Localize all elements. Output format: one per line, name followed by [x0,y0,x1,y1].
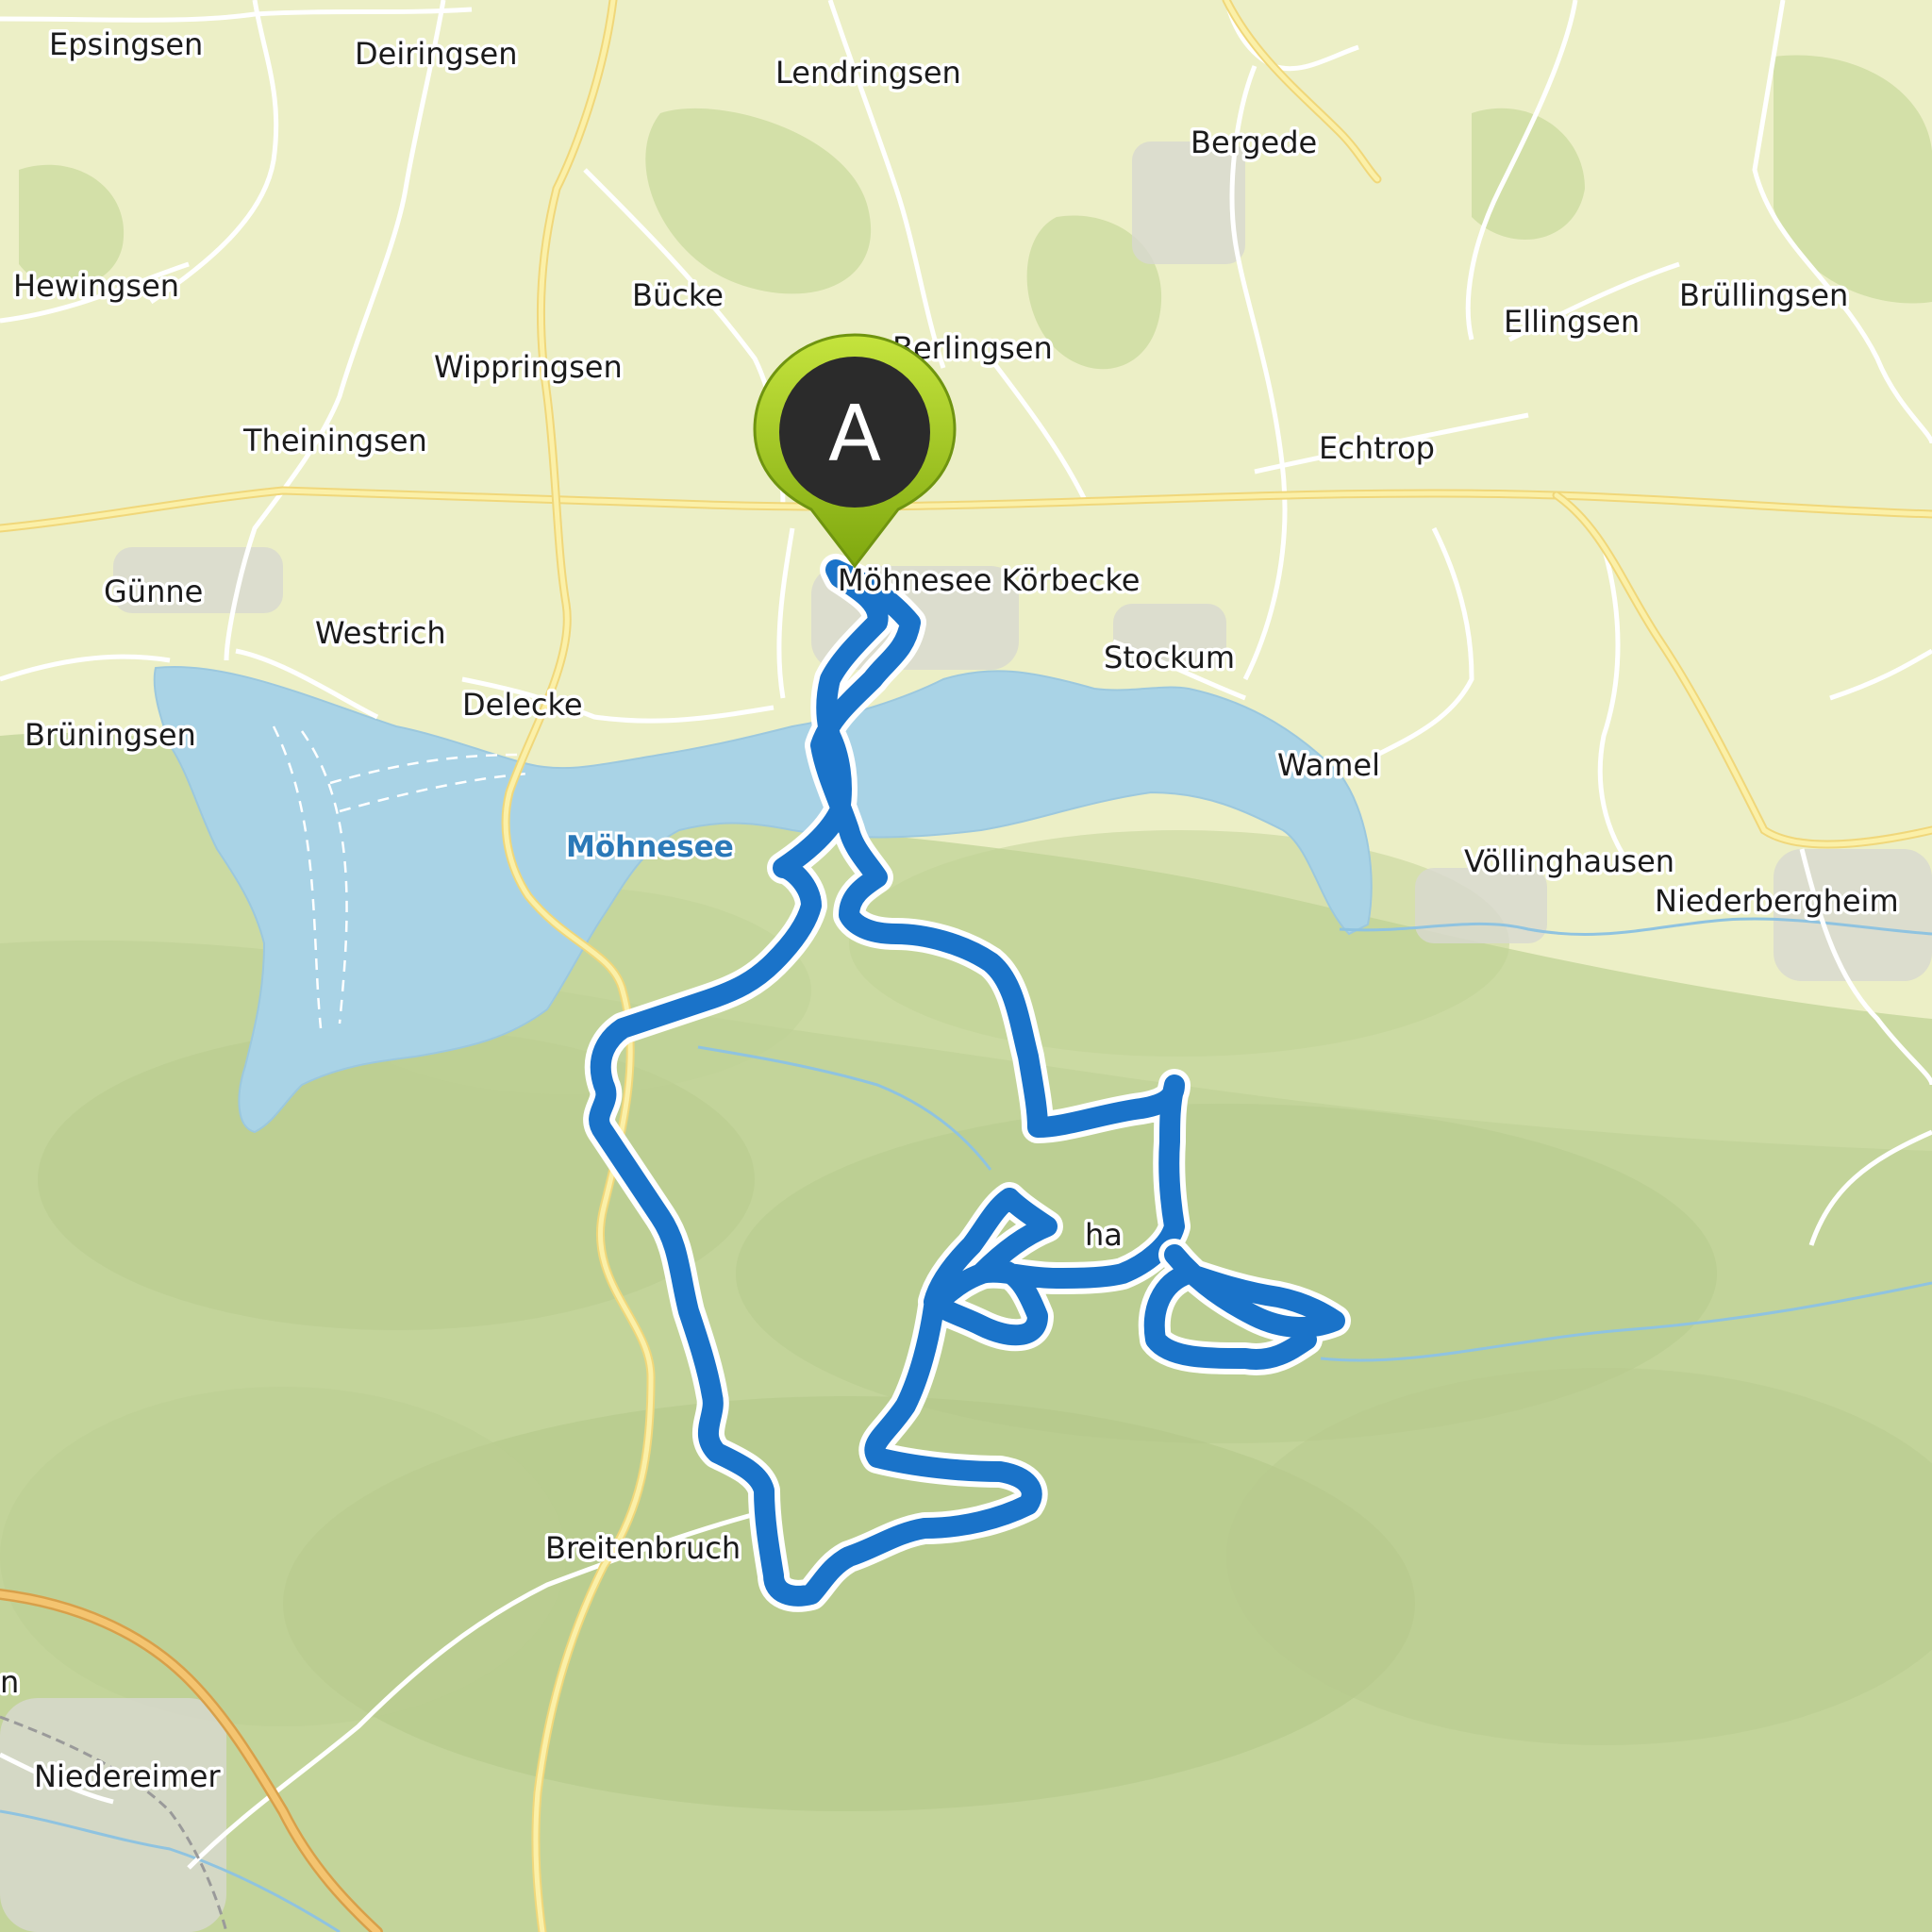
place-label: Delecke [462,687,583,723]
place-label: Brüllingsen [1679,277,1848,313]
place-label: Günne [104,574,203,609]
place-label: Epsingsen [49,26,203,62]
lake-label: Möhnesee [566,830,734,864]
place-label: Lendringsen [775,55,961,91]
place-label: Völlinghausen [1464,843,1674,879]
place-label: Hewingsen [13,268,179,304]
place-label: n [0,1664,19,1700]
place-label: Westrich [315,615,446,651]
place-label: Ellingsen [1504,304,1640,340]
place-label: Niedereimer [34,1758,221,1794]
place-label: Deiringsen [355,36,518,72]
map[interactable]: Epsingsen Deiringsen Lendringsen Bergede… [0,0,1932,1932]
place-label: ha [1085,1217,1123,1253]
place-label: Stockum [1104,640,1235,675]
place-label: Niederbergheim [1655,883,1899,919]
place-label: Möhnesee Körbecke [838,562,1140,598]
place-label: Wamel [1277,747,1380,783]
place-label: Brüningsen [25,717,196,753]
place-label: Breitenbruch [545,1530,741,1566]
place-label: Bergede [1191,125,1317,160]
place-label: Wippringsen [434,349,623,385]
place-label: Theiningsen [242,423,427,458]
place-label: Bücke [632,277,724,313]
marker-letter: A [828,390,881,479]
place-label: Echtrop [1319,430,1435,466]
